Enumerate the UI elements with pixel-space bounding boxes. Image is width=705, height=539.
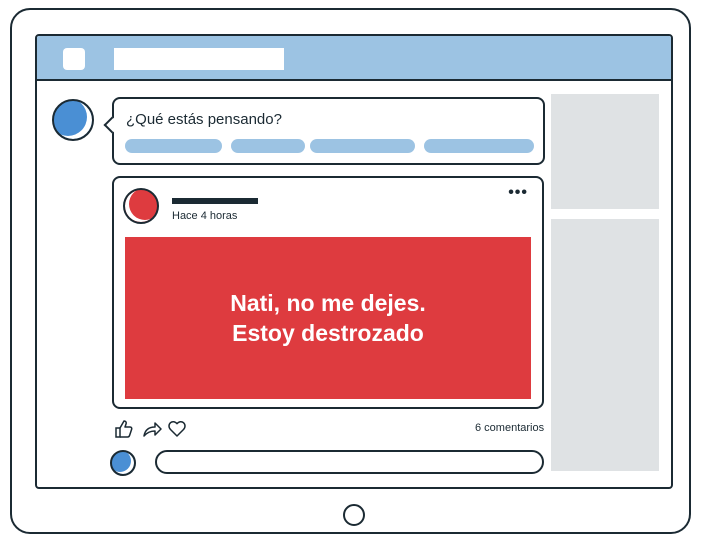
- comment-input[interactable]: [155, 450, 544, 474]
- heart-icon[interactable]: [167, 419, 187, 439]
- composer-avatar: [52, 99, 94, 141]
- post-message-line-2: Estoy destrozado: [232, 320, 424, 346]
- post-card: Hace 4 horas ••• Nati, no me dejes. Esto…: [112, 176, 544, 409]
- post-composer[interactable]: ¿Qué estás pensando?: [103, 97, 545, 165]
- screen: ¿Qué estás pensando? Hace 4 horas ••• Na…: [35, 34, 673, 489]
- post-avatar[interactable]: [123, 188, 159, 224]
- composer-option-1[interactable]: [125, 139, 222, 153]
- post-timestamp: Hace 4 horas: [172, 210, 238, 222]
- search-bar-placeholder[interactable]: [114, 48, 284, 70]
- post-author-placeholder[interactable]: [172, 198, 258, 204]
- thumbs-up-icon[interactable]: [114, 419, 134, 439]
- composer-prompt[interactable]: ¿Qué estás pensando?: [126, 111, 282, 128]
- comments-count[interactable]: 6 comentarios: [475, 422, 544, 434]
- comment-avatar: [110, 450, 136, 476]
- post-message-line-1: Nati, no me dejes.: [230, 290, 426, 316]
- home-button-icon[interactable]: [343, 504, 365, 526]
- speech-tail: [103, 116, 121, 134]
- share-arrow-icon[interactable]: [142, 419, 162, 439]
- illustration: ¿Qué estás pensando? Hace 4 horas ••• Na…: [0, 0, 705, 539]
- top-bar: [37, 36, 671, 81]
- composer-option-4[interactable]: [424, 139, 534, 153]
- composer-option-2[interactable]: [231, 139, 305, 153]
- post-image: Nati, no me dejes. Estoy destrozado: [125, 237, 531, 399]
- more-options-icon[interactable]: •••: [508, 185, 528, 201]
- sidebar-placeholder-bottom: [551, 219, 659, 471]
- menu-square-icon[interactable]: [63, 48, 85, 70]
- composer-option-3[interactable]: [310, 139, 415, 153]
- sidebar-placeholder-top: [551, 94, 659, 209]
